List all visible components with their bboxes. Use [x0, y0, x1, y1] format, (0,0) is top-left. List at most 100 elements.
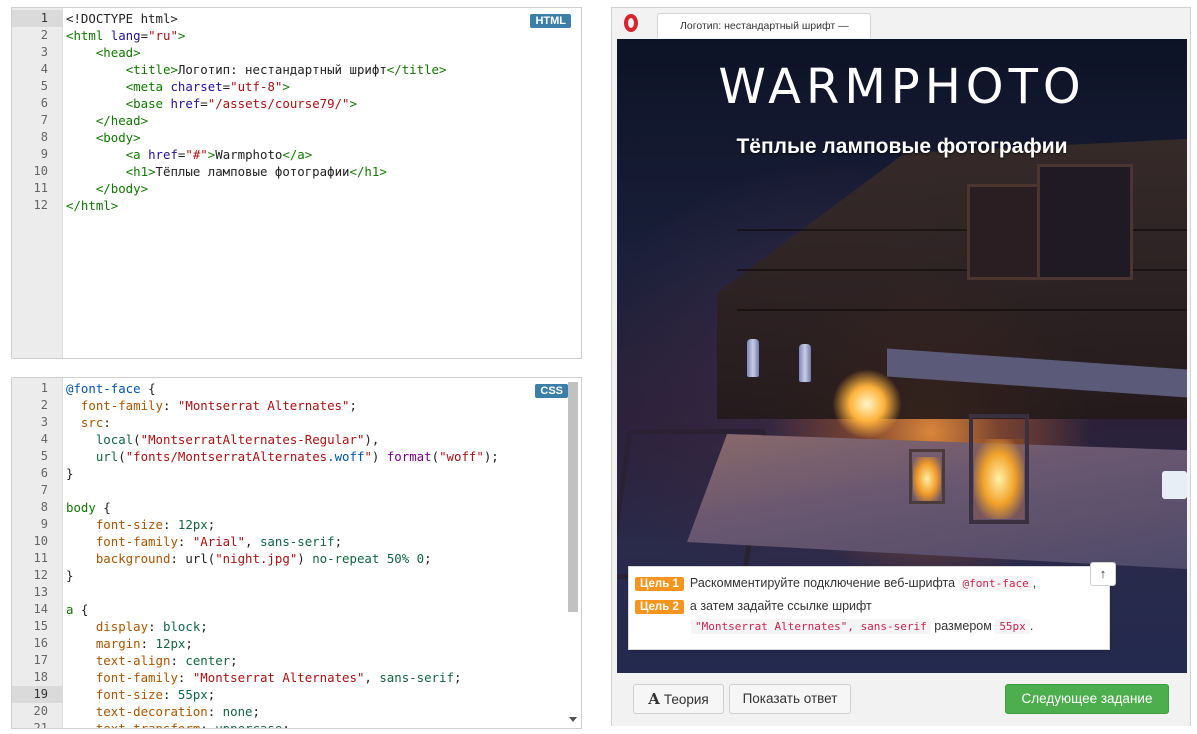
code-text[interactable]: </body> [66, 180, 148, 197]
code-text[interactable]: <title>Логотип: нестандартный шрифт</tit… [66, 61, 447, 78]
photo-mug [1162, 471, 1187, 499]
code-text[interactable]: background: url("night.jpg") no-repeat 5… [66, 550, 432, 567]
code-text[interactable]: <head> [66, 44, 141, 61]
preview-viewport: warmphoto Тёплые ламповые фотографии Цел… [617, 39, 1187, 673]
theory-button[interactable]: A Теория [633, 684, 724, 714]
code-line[interactable]: 5 url("fonts/MontserratAlternates.woff")… [12, 448, 581, 465]
code-text[interactable]: display: block; [66, 618, 208, 635]
code-line[interactable]: 6} [12, 465, 581, 482]
line-number: 11 [33, 551, 48, 565]
code-line[interactable]: 18 font-family: "Montserrat Alternates",… [12, 669, 581, 686]
code-text[interactable]: </html> [66, 197, 118, 214]
code-line[interactable]: 9 font-size: 12px; [12, 516, 581, 533]
code-token: "night.jpg" [215, 551, 298, 566]
code-text[interactable]: a { [66, 601, 88, 618]
html-code-editor[interactable]: 1 <!DOCTYPE html> 2 <html lang="ru"> 3 <head… [11, 7, 582, 359]
code-line[interactable]: 14 a { [12, 601, 581, 618]
code-line[interactable]: 21 text-transform: uppercase; [12, 720, 581, 728]
code-line[interactable]: 4 local("MontserratAlternates-Regular"), [12, 431, 581, 448]
browser-tab[interactable]: Логотип: нестандартный шрифт — [657, 13, 871, 38]
collapse-tasks-button[interactable]: ↑ [1090, 562, 1116, 586]
code-line[interactable]: 2 <html lang="ru"> [12, 27, 581, 44]
code-line[interactable]: 1 <!DOCTYPE html> [12, 10, 581, 27]
code-text[interactable]: <!DOCTYPE html> [66, 10, 178, 27]
code-line[interactable]: 8 <body> [12, 129, 581, 146]
code-line[interactable]: 19 font-size: 55px; [12, 686, 581, 703]
code-token: src [80, 415, 104, 430]
show-answer-button[interactable]: Показать ответ [729, 684, 851, 714]
code-token: ; [207, 517, 216, 532]
code-line[interactable]: 12 </html> [12, 197, 581, 214]
code-line[interactable]: 10 <h1>Тёплые ламповые фотографии</h1> [12, 163, 581, 180]
code-line[interactable]: 17 text-align: center; [12, 652, 581, 669]
code-token: margin [95, 636, 141, 651]
next-task-button[interactable]: Следующее задание [1005, 684, 1169, 714]
code-line[interactable]: 2 font-family: "Montserrat Alternates"; [12, 397, 581, 414]
code-text[interactable]: text-decoration: none; [66, 703, 260, 720]
code-text[interactable]: <body> [66, 129, 141, 146]
code-text[interactable]: local("MontserratAlternates-Regular"), [66, 431, 380, 448]
code-token: ; [334, 534, 343, 549]
code-text[interactable]: margin: 12px; [66, 635, 193, 652]
code-text[interactable]: <html lang="ru"> [66, 27, 185, 44]
code-text[interactable]: <a href="#">Warmphoto</a> [66, 146, 313, 163]
line-number: 9 [40, 147, 48, 161]
scroll-down-arrow-icon[interactable] [569, 717, 577, 722]
css-code-editor[interactable]: 1 @font-face {2 font-family: "Montserrat … [11, 377, 582, 729]
code-text[interactable]: <base href="/assets/course79/"> [66, 95, 357, 112]
code-text[interactable]: <h1>Тёплые ламповые фотографии</h1> [66, 163, 387, 180]
code-line[interactable]: 7 </head> [12, 112, 581, 129]
photo-window [1037, 164, 1133, 280]
code-line[interactable]: 16 margin: 12px; [12, 635, 581, 652]
code-token: ; [200, 619, 208, 634]
code-line[interactable]: 20 text-decoration: none; [12, 703, 581, 720]
code-line[interactable]: 11 </body> [12, 180, 581, 197]
code-line[interactable]: 3 <head> [12, 44, 581, 61]
code-text[interactable]: </head> [66, 112, 148, 129]
code-line[interactable]: 15 display: block; [12, 618, 581, 635]
code-lines[interactable]: 1 <!DOCTYPE html> 2 <html lang="ru"> 3 <head… [12, 10, 581, 214]
code-line[interactable]: 5 <meta charset="utf-8"> [12, 78, 581, 95]
code-line[interactable]: 8 body { [12, 499, 581, 516]
code-line[interactable]: 13 [12, 584, 581, 601]
code-line[interactable]: 6 <base href="/assets/course79/"> [12, 95, 581, 112]
code-text[interactable]: text-transform: uppercase; [66, 720, 290, 728]
task-2: Цель 2 а затем задайте ссылке шрифт [635, 599, 872, 614]
logo-link[interactable]: warmphoto [617, 59, 1187, 115]
code-text[interactable]: src: [66, 414, 111, 431]
code-text[interactable]: @font-face { [66, 380, 156, 397]
scrollbar-thumb[interactable] [568, 382, 578, 612]
code-text[interactable]: body { [66, 499, 111, 516]
code-line[interactable]: 9 <a href="#">Warmphoto</a> [12, 146, 581, 163]
code-text[interactable]: font-size: 55px; [66, 686, 215, 703]
code-token: font-size [95, 687, 163, 702]
line-number: 7 [40, 483, 48, 497]
code-line[interactable]: 11 background: url("night.jpg") no-repea… [12, 550, 581, 567]
code-text[interactable]: font-family: "Montserrat Alternates", sa… [66, 669, 462, 686]
html-badge: HTML [530, 14, 571, 28]
code-token: ; [185, 636, 193, 651]
code-lines[interactable]: 1 @font-face {2 font-family: "Montserrat … [12, 380, 581, 728]
code-text[interactable]: font-family: "Arial", sans-serif; [66, 533, 342, 550]
code-line[interactable]: 4 <title>Логотип: нестандартный шрифт</t… [12, 61, 581, 78]
code-line[interactable]: 12} [12, 567, 581, 584]
code-text[interactable]: font-size: 12px; [66, 516, 215, 533]
code-text[interactable]: } [66, 567, 73, 584]
code-line[interactable]: 1 @font-face { [12, 380, 581, 397]
code-token: "fonts/MontserratAlternates [125, 449, 328, 464]
line-number: 11 [33, 181, 48, 195]
line-number: 10 [33, 164, 48, 178]
vertical-scrollbar[interactable] [568, 382, 578, 724]
code-line[interactable]: 10 font-family: "Arial", sans-serif; [12, 533, 581, 550]
code-text[interactable]: } [66, 465, 73, 482]
code-text[interactable]: font-family: "Montserrat Alternates"; [66, 397, 357, 414]
code-text[interactable]: text-align: center; [66, 652, 238, 669]
code-token: font-family [95, 670, 178, 685]
code-line[interactable]: 7 [12, 482, 581, 499]
code-text[interactable]: url("fonts/MontserratAlternates.woff") f… [66, 448, 499, 465]
code-text[interactable]: <meta charset="utf-8"> [66, 78, 290, 95]
code-line[interactable]: 3 src: [12, 414, 581, 431]
